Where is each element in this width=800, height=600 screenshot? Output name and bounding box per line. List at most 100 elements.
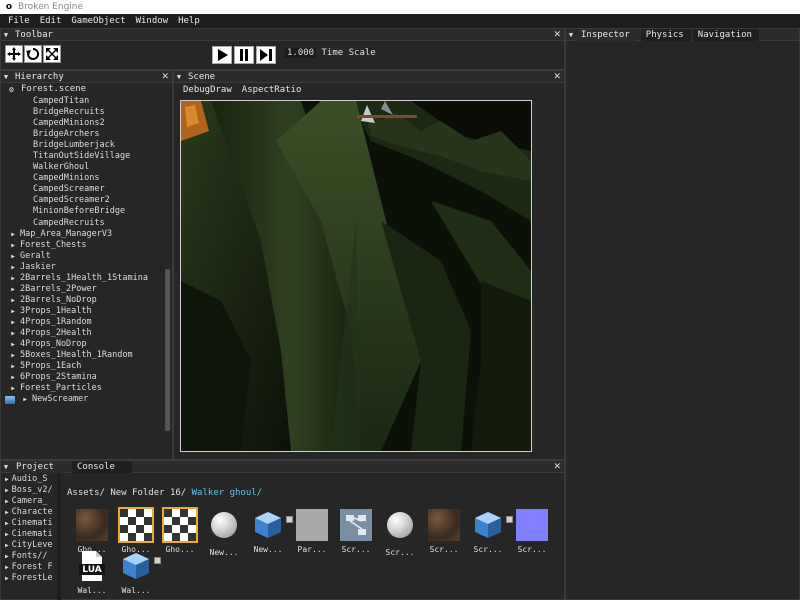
hierarchy-item[interactable]: CampedRecruits: [1, 218, 165, 229]
folder-item[interactable]: ▶ Boss_v2/: [1, 485, 55, 496]
expand-arrow-icon[interactable]: ▶: [5, 531, 9, 538]
hierarchy-item[interactable]: MinionBeforeBridge: [1, 206, 165, 217]
expand-badge-icon[interactable]: [506, 516, 513, 523]
time-scale-input[interactable]: 1.000: [285, 48, 317, 58]
close-icon[interactable]: ✕: [553, 71, 561, 83]
tab-console[interactable]: Console: [72, 460, 132, 473]
collapse-triangle-icon[interactable]: ▼: [1, 31, 11, 39]
rotate-tool-icon[interactable]: [24, 45, 42, 63]
menu-window[interactable]: Window: [131, 16, 174, 26]
hierarchy-item[interactable]: ▶ 4Props_2Health: [1, 328, 165, 339]
expand-badge-icon[interactable]: [154, 557, 161, 564]
expand-arrow-icon[interactable]: ▶: [5, 542, 9, 549]
folder-item[interactable]: ▶ ForestLe: [1, 573, 55, 584]
expand-arrow-icon[interactable]: ▶: [5, 575, 9, 582]
expand-arrow-icon[interactable]: ▶: [5, 509, 9, 516]
hierarchy-item[interactable]: WalkerGhoul: [1, 162, 165, 173]
expand-arrow-icon[interactable]: ▶: [5, 476, 9, 483]
breadcrumb-parts[interactable]: Assets/ New Folder 16/: [67, 488, 186, 498]
expand-arrow-icon[interactable]: ▶: [9, 284, 17, 295]
expand-arrow-icon[interactable]: ▶: [5, 487, 9, 494]
hierarchy-item[interactable]: CampedScreamer: [1, 184, 165, 195]
menu-edit[interactable]: Edit: [35, 16, 67, 26]
tab-project[interactable]: Project: [11, 460, 66, 473]
hierarchy-item[interactable]: ▶ Forest_Particles: [1, 383, 165, 394]
hierarchy-item[interactable]: ▶ 2Barrels_NoDrop: [1, 295, 165, 306]
hierarchy-item[interactable]: ▶ NewScreamer: [1, 394, 165, 405]
expand-arrow-icon[interactable]: ▶: [5, 564, 9, 571]
expand-arrow-icon[interactable]: ▶: [9, 361, 17, 372]
folder-item[interactable]: ▶ Camera_: [1, 496, 55, 507]
hierarchy-item[interactable]: ▶ 4Props_NoDrop: [1, 339, 165, 350]
expand-arrow-icon[interactable]: ▶: [5, 498, 9, 505]
expand-arrow-icon[interactable]: ▶: [21, 394, 29, 405]
expand-badge-icon[interactable]: [286, 516, 293, 523]
expand-arrow-icon[interactable]: ▶: [9, 295, 17, 306]
project-splitter[interactable]: [57, 474, 61, 600]
asset-item[interactable]: New...: [205, 509, 243, 557]
step-icon[interactable]: [256, 46, 276, 64]
hierarchy-item[interactable]: BridgeLumberjack: [1, 140, 165, 151]
asset-item[interactable]: Gho...: [117, 507, 155, 554]
hierarchy-item[interactable]: ▶ 2Barrels_2Power: [1, 284, 165, 295]
folder-item[interactable]: ▶ Fonts//: [1, 551, 55, 562]
asset-item[interactable]: New...: [249, 509, 293, 554]
asset-item[interactable]: Scr...: [469, 509, 513, 554]
asset-item[interactable]: Gho...: [161, 507, 199, 554]
expand-arrow-icon[interactable]: ▶: [9, 262, 17, 273]
hierarchy-item[interactable]: CampedMinions2: [1, 118, 165, 129]
expand-arrow-icon[interactable]: ▶: [9, 317, 17, 328]
folder-item[interactable]: ▶ Audio_S: [1, 474, 55, 485]
expand-arrow-icon[interactable]: ▶: [9, 339, 17, 350]
collapse-triangle-icon[interactable]: ▼: [174, 73, 184, 81]
expand-arrow-icon[interactable]: ▶: [5, 553, 9, 560]
expand-arrow-icon[interactable]: ▶: [9, 229, 17, 240]
hierarchy-item[interactable]: ▶ 6Props_2Stamina: [1, 372, 165, 383]
hierarchy-item[interactable]: ▶ Map_Area_ManagerV3: [1, 229, 165, 240]
scene-viewport[interactable]: [180, 100, 532, 452]
tab-physics[interactable]: Physics: [640, 28, 691, 41]
hierarchy-item[interactable]: CampedTitan: [1, 96, 165, 107]
asset-item[interactable]: Scr...: [381, 509, 419, 557]
expand-arrow-icon[interactable]: ▶: [9, 306, 17, 317]
hierarchy-item[interactable]: BridgeArchers: [1, 129, 165, 140]
expand-arrow-icon[interactable]: ▶: [9, 240, 17, 251]
asset-item[interactable]: Scr...: [425, 509, 463, 554]
hierarchy-item[interactable]: ▶ 4Props_1Random: [1, 317, 165, 328]
close-icon[interactable]: ✕: [553, 461, 561, 473]
hierarchy-item[interactable]: ▶ 3Props_1Health: [1, 306, 165, 317]
aspectratio-menu[interactable]: AspectRatio: [237, 85, 307, 95]
expand-arrow-icon[interactable]: ▶: [9, 251, 17, 262]
hierarchy-item[interactable]: TitanOutSideVillage: [1, 151, 165, 162]
asset-item[interactable]: Par...: [293, 509, 331, 554]
folder-item[interactable]: ▶ Characte: [1, 507, 55, 518]
expand-arrow-icon[interactable]: ▶: [9, 328, 17, 339]
expand-arrow-icon[interactable]: ▶: [9, 350, 17, 361]
expand-arrow-icon[interactable]: ▶: [5, 520, 9, 527]
hierarchy-item[interactable]: ▶ 5Boxes_1Health_1Random: [1, 350, 165, 361]
menu-help[interactable]: Help: [173, 16, 205, 26]
folder-item[interactable]: ▶ Forest F: [1, 562, 55, 573]
hierarchy-item[interactable]: CampedMinions: [1, 173, 165, 184]
asset-item[interactable]: Scr...: [337, 509, 375, 554]
hierarchy-item[interactable]: ▶ Jaskier: [1, 262, 165, 273]
tab-navigation[interactable]: Navigation: [692, 28, 759, 41]
pause-icon[interactable]: [234, 46, 254, 64]
hierarchy-item[interactable]: BridgeRecruits: [1, 107, 165, 118]
expand-arrow-icon[interactable]: ▶: [9, 273, 17, 284]
menu-file[interactable]: File: [3, 16, 35, 26]
hierarchy-item[interactable]: ▶ 5Props_1Each: [1, 361, 165, 372]
asset-item[interactable]: Gho...: [73, 509, 111, 554]
hierarchy-item[interactable]: ▶ Geralt: [1, 251, 165, 262]
folder-item[interactable]: ▶ Cinemati: [1, 518, 55, 529]
folder-item[interactable]: ▶ CityLeve: [1, 540, 55, 551]
hierarchy-item[interactable]: ▶ 2Barrels_1Health_1Stamina: [1, 273, 165, 284]
collapse-triangle-icon[interactable]: ▼: [1, 73, 11, 81]
play-icon[interactable]: [212, 46, 232, 64]
scene-root[interactable]: ⚙ Forest.scene: [1, 83, 172, 95]
menu-gameobject[interactable]: GameObject: [66, 16, 130, 26]
debugdraw-menu[interactable]: DebugDraw: [178, 85, 237, 95]
asset-item[interactable]: Scr...: [513, 509, 551, 554]
hierarchy-item[interactable]: CampedScreamer2: [1, 195, 165, 206]
collapse-triangle-icon[interactable]: ▼: [1, 463, 11, 471]
